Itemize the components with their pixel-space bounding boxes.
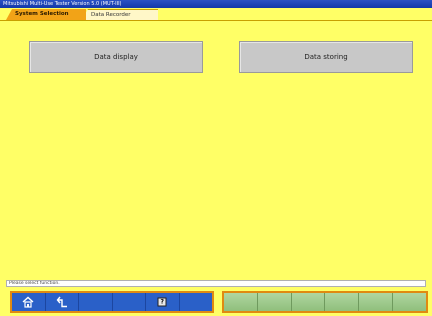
toolbar-empty-button-1[interactable] bbox=[79, 293, 113, 311]
data-display-button[interactable]: Data display bbox=[29, 41, 203, 73]
function-key-1[interactable] bbox=[224, 293, 258, 311]
help-button[interactable]: ? bbox=[146, 293, 180, 311]
bottom-toolbar: ? bbox=[0, 288, 432, 316]
tab-strip: Data Recorder System Selection bbox=[0, 8, 432, 21]
help-icon: ? bbox=[157, 297, 167, 307]
back-button[interactable] bbox=[46, 293, 79, 311]
toolbar-left-group: ? bbox=[10, 291, 214, 313]
tab-system-selection[interactable]: System Selection bbox=[6, 9, 86, 20]
function-key-4[interactable] bbox=[325, 293, 360, 311]
tab-data-recorder[interactable]: Data Recorder bbox=[82, 9, 158, 20]
home-icon bbox=[22, 296, 34, 308]
function-key-3[interactable] bbox=[291, 293, 326, 311]
back-icon bbox=[56, 296, 67, 308]
toolbar-right-group bbox=[222, 291, 428, 313]
status-bar: Please select function. bbox=[6, 280, 426, 287]
toolbar-empty-button-2[interactable] bbox=[113, 293, 146, 311]
home-button[interactable] bbox=[12, 293, 46, 311]
window-title: Mitsubishi Multi-Use Tester Version 5.0 … bbox=[0, 0, 432, 8]
data-storing-button[interactable]: Data storing bbox=[239, 41, 413, 73]
function-key-2[interactable] bbox=[257, 293, 292, 311]
function-key-5[interactable] bbox=[359, 293, 394, 311]
toolbar-empty-button-3[interactable] bbox=[180, 293, 213, 311]
function-key-6[interactable] bbox=[393, 293, 426, 311]
